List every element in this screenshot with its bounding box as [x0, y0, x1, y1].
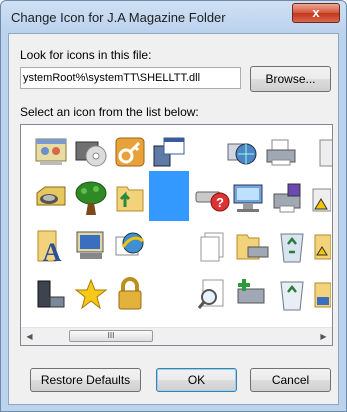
icon-file-path-input[interactable]: ystemRoot%\systemTT\SHELLTT.dll — [20, 67, 241, 89]
svg-text:A: A — [43, 238, 62, 265]
printer-icon[interactable] — [263, 131, 301, 173]
folder-window-icon[interactable] — [311, 273, 331, 315]
computer-tower-icon[interactable] — [32, 273, 70, 315]
warning-icon[interactable] — [311, 177, 331, 219]
selection-highlight — [149, 171, 189, 221]
scroll-left-arrow-icon[interactable]: ◀ — [21, 328, 38, 345]
selected-icon[interactable] — [149, 171, 189, 221]
network-globe-icon[interactable] — [224, 131, 262, 173]
folder-up-icon[interactable] — [111, 177, 149, 219]
browse-button[interactable]: Browse... — [250, 66, 331, 92]
fax-printer-icon[interactable] — [269, 177, 307, 219]
scroll-thumb[interactable]: III — [69, 330, 153, 342]
star-icon[interactable] — [72, 273, 110, 315]
cd-drive-icon[interactable] — [72, 131, 110, 173]
folder-partial-icon[interactable] — [311, 225, 331, 267]
window-settings-icon[interactable] — [32, 131, 70, 173]
internet-icon[interactable] — [111, 225, 149, 267]
svg-text:?: ? — [216, 195, 224, 210]
search-doc-icon[interactable] — [193, 273, 231, 315]
network-add-icon[interactable] — [233, 273, 271, 315]
restore-defaults-button[interactable]: Restore Defaults — [30, 368, 141, 392]
recycle-bin-empty-icon[interactable] — [273, 273, 311, 315]
icon-list[interactable]: ? A ◀ III ▶ — [20, 124, 333, 346]
title-bar[interactable]: Change Icon for J.A Magazine Folder x — [1, 1, 346, 33]
horizontal-scrollbar[interactable]: ◀ III ▶ — [21, 327, 332, 345]
font-icon[interactable]: A — [32, 225, 70, 267]
padlock-icon[interactable] — [111, 273, 149, 315]
computer-window-icon[interactable] — [149, 131, 187, 173]
recycle-bin-full-icon[interactable] — [273, 225, 311, 267]
drive-icon[interactable] — [32, 177, 70, 219]
drive-icon[interactable] — [307, 131, 332, 173]
window-title: Change Icon for J.A Magazine Folder — [11, 10, 226, 25]
key-icon[interactable] — [111, 131, 149, 173]
close-button[interactable]: x — [292, 3, 340, 23]
list-label: Select an icon from the list below: — [20, 105, 199, 119]
documents-icon[interactable] — [193, 225, 231, 267]
print-folder-icon[interactable] — [233, 225, 271, 267]
scroll-right-arrow-icon[interactable]: ▶ — [315, 328, 332, 345]
cancel-button[interactable]: Cancel — [250, 368, 331, 392]
ok-button[interactable]: OK — [156, 368, 237, 392]
close-icon: x — [312, 5, 320, 20]
file-label: Look for icons in this file: — [20, 48, 152, 62]
drive-help-icon[interactable]: ? — [193, 177, 231, 219]
monitor-icon[interactable] — [72, 225, 110, 267]
network-computer-icon[interactable] — [229, 177, 267, 219]
tree-icon[interactable] — [72, 177, 110, 219]
